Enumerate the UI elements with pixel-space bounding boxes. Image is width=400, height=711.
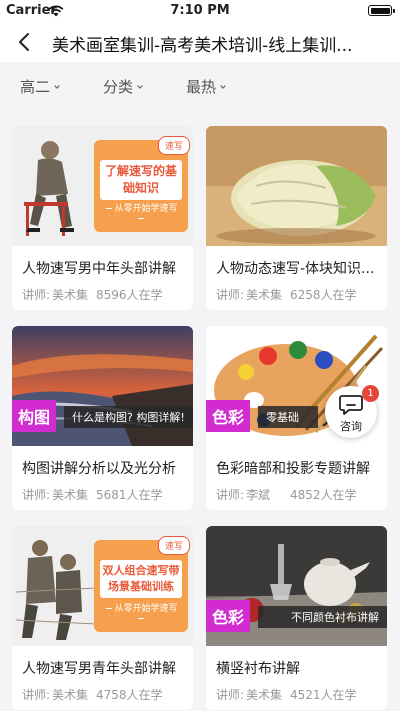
category-badge: 色彩 xyxy=(206,600,251,632)
filter-bar: 高二 分类 最热 xyxy=(0,62,400,108)
teacher-name: 美术集 xyxy=(52,288,89,302)
course-title: 人物速写男青年头部讲解 xyxy=(22,661,176,677)
category-badge: 构图 xyxy=(12,400,57,432)
course-thumbnail: 构图 什么是构图? 构图详解! xyxy=(12,326,193,446)
learner-count: 4852人在学 xyxy=(290,488,357,502)
course-title: 横竖衬布讲解 xyxy=(216,661,300,677)
course-meta: 讲师: 李斌 4852人在学 xyxy=(216,486,379,503)
chevron-down-icon xyxy=(220,84,226,89)
filter-sort[interactable]: 最热 xyxy=(186,76,227,97)
promo-tag: 速写 xyxy=(157,136,190,155)
category-badge: 色彩 xyxy=(206,400,251,432)
course-meta: 讲师: 美术集 4521人在学 xyxy=(216,686,379,703)
promo-panel: 速写 了解速写的基础知识 从零开始学速写 xyxy=(94,136,190,232)
chevron-down-icon xyxy=(54,84,60,89)
course-thumbnail: 色彩 不同颜色衬布讲解 xyxy=(206,526,387,646)
course-card[interactable]: 速写 双人组合速写带场景基础训练 从零开始学速写 人物速写男青年头部讲解 讲师:… xyxy=(12,526,193,710)
clock: 7:10 PM xyxy=(170,3,230,18)
chevron-down-icon xyxy=(137,84,143,89)
teacher-label: 讲师: xyxy=(22,488,51,502)
sketch-figure-image xyxy=(16,540,96,640)
learner-count: 4758人在学 xyxy=(96,688,163,702)
teacher-label: 讲师: xyxy=(216,688,245,702)
teacher-name: 李斌 xyxy=(246,488,271,502)
battery-icon xyxy=(368,5,395,16)
promo-subtitle: 从零开始学速写 xyxy=(100,601,182,624)
thumbnail-banner: 什么是构图? 构图详解! xyxy=(64,406,193,428)
course-card[interactable]: 色彩 不同颜色衬布讲解 横竖衬布讲解 讲师: 美术集 4521人在学 xyxy=(206,526,387,710)
status-bar: Carrier 7:10 PM xyxy=(0,0,400,22)
course-meta: 讲师: 美术集 8596人在学 xyxy=(22,286,185,303)
learner-count: 6258人在学 xyxy=(290,288,357,302)
teacher-label: 讲师: xyxy=(22,288,51,302)
teacher-name: 美术集 xyxy=(52,488,89,502)
teacher-name: 美术集 xyxy=(246,288,283,302)
filter-category[interactable]: 分类 xyxy=(103,76,144,97)
course-meta: 讲师: 美术集 5681人在学 xyxy=(22,486,185,503)
consult-button[interactable]: 咨询 1 xyxy=(325,385,379,438)
course-title: 构图讲解分析以及光分析 xyxy=(22,461,176,477)
cabbage-painting-image xyxy=(206,126,387,246)
teacher-label: 讲师: xyxy=(22,688,51,702)
notification-badge: 1 xyxy=(362,385,379,402)
course-thumbnail: 速写 双人组合速写带场景基础训练 从零开始学速写 xyxy=(12,526,193,646)
course-thumbnail: 速写 了解速写的基础知识 从零开始学速写 xyxy=(12,126,193,246)
course-meta: 讲师: 美术集 4758人在学 xyxy=(22,686,185,703)
consult-label: 咨询 xyxy=(340,420,362,433)
promo-headline: 了解速写的基础知识 xyxy=(100,160,182,200)
promo-subtitle: 从零开始学速写 xyxy=(100,201,182,224)
sketch-figure-image xyxy=(24,141,74,236)
promo-panel: 速写 双人组合速写带场景基础训练 从零开始学速写 xyxy=(94,536,190,632)
promo-headline: 双人组合速写带场景基础训练 xyxy=(100,560,182,598)
teacher-name: 美术集 xyxy=(52,688,89,702)
filter-category-label: 分类 xyxy=(103,78,134,96)
nav-bar: 美术画室集训-高考美术培训-线上集训... xyxy=(0,22,400,62)
course-title: 色彩暗部和投影专题讲解 xyxy=(216,461,370,477)
course-card[interactable]: 构图 什么是构图? 构图详解! 构图讲解分析以及光分析 讲师: 美术集 5681人… xyxy=(12,326,193,510)
learner-count: 5681人在学 xyxy=(96,488,163,502)
filter-grade[interactable]: 高二 xyxy=(20,76,61,97)
thumbnail-banner: 零基础 xyxy=(258,406,318,428)
course-title: 人物动态速写-体块知识... xyxy=(216,261,375,277)
promo-tag: 速写 xyxy=(157,536,190,555)
page-title: 美术画室集训-高考美术培训-线上集训... xyxy=(52,36,353,56)
course-card[interactable]: 人物动态速写-体块知识... 讲师: 美术集 6258人在学 xyxy=(206,126,387,310)
teacher-label: 讲师: xyxy=(216,288,245,302)
course-title: 人物速写男中年头部讲解 xyxy=(22,261,176,277)
course-card[interactable]: 速写 了解速写的基础知识 从零开始学速写 人物速写男中年头部讲解 讲师: 美术集 … xyxy=(12,126,193,310)
back-arrow-icon[interactable] xyxy=(12,28,38,56)
course-thumbnail xyxy=(206,126,387,246)
teacher-label: 讲师: xyxy=(216,488,245,502)
learner-count: 4521人在学 xyxy=(290,688,357,702)
thumbnail-banner: 不同颜色衬布讲解 xyxy=(258,606,387,628)
filter-sort-label: 最热 xyxy=(186,78,217,96)
course-meta: 讲师: 美术集 6258人在学 xyxy=(216,286,379,303)
chat-bubble-icon xyxy=(339,395,363,415)
learner-count: 8596人在学 xyxy=(96,288,163,302)
teacher-name: 美术集 xyxy=(246,688,283,702)
filter-grade-label: 高二 xyxy=(20,78,51,96)
